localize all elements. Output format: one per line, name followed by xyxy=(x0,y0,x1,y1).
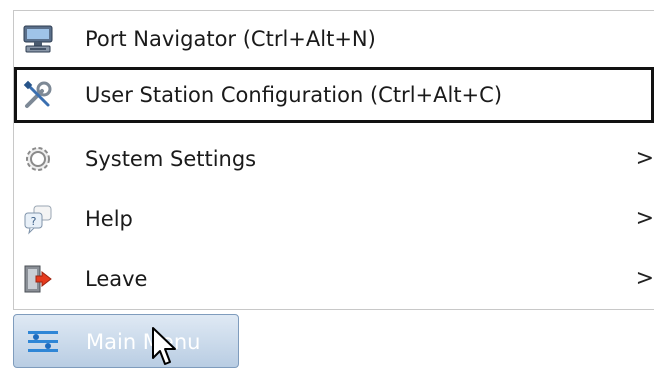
chevron-right-icon: > xyxy=(635,146,654,171)
main-menu-icon xyxy=(26,327,60,357)
gear-icon xyxy=(22,143,54,175)
port-navigator-icon xyxy=(22,23,54,55)
menu-item-system-settings[interactable]: System Settings > xyxy=(14,131,654,187)
menu-item-label: System Settings xyxy=(85,147,257,171)
menu-item-help[interactable]: ? Help > xyxy=(14,191,654,247)
menu-item-label: Port Navigator (Ctrl+Alt+N) xyxy=(85,27,376,51)
help-bubbles-icon: ? xyxy=(22,203,54,235)
main-menu-popup: Port Navigator (Ctrl+Alt+N) User Station… xyxy=(13,10,654,310)
menu-item-leave[interactable]: Leave > xyxy=(14,251,654,307)
svg-text:?: ? xyxy=(31,215,37,228)
menu-item-label: Leave xyxy=(85,267,148,291)
menu-item-user-station-configuration[interactable]: User Station Configuration (Ctrl+Alt+C) xyxy=(14,67,654,123)
chevron-right-icon: > xyxy=(635,266,654,291)
main-menu-label: Main Menu xyxy=(86,330,201,354)
exit-door-icon xyxy=(22,263,54,295)
menu-item-port-navigator[interactable]: Port Navigator (Ctrl+Alt+N) xyxy=(14,11,654,67)
chevron-right-icon: > xyxy=(635,206,654,231)
menu-item-label: Help xyxy=(85,207,133,231)
wrench-screwdriver-icon xyxy=(22,79,54,111)
mouse-pointer-icon xyxy=(150,326,180,368)
main-menu-button[interactable]: Main Menu xyxy=(13,314,239,368)
menu-item-label: User Station Configuration (Ctrl+Alt+C) xyxy=(85,83,503,107)
